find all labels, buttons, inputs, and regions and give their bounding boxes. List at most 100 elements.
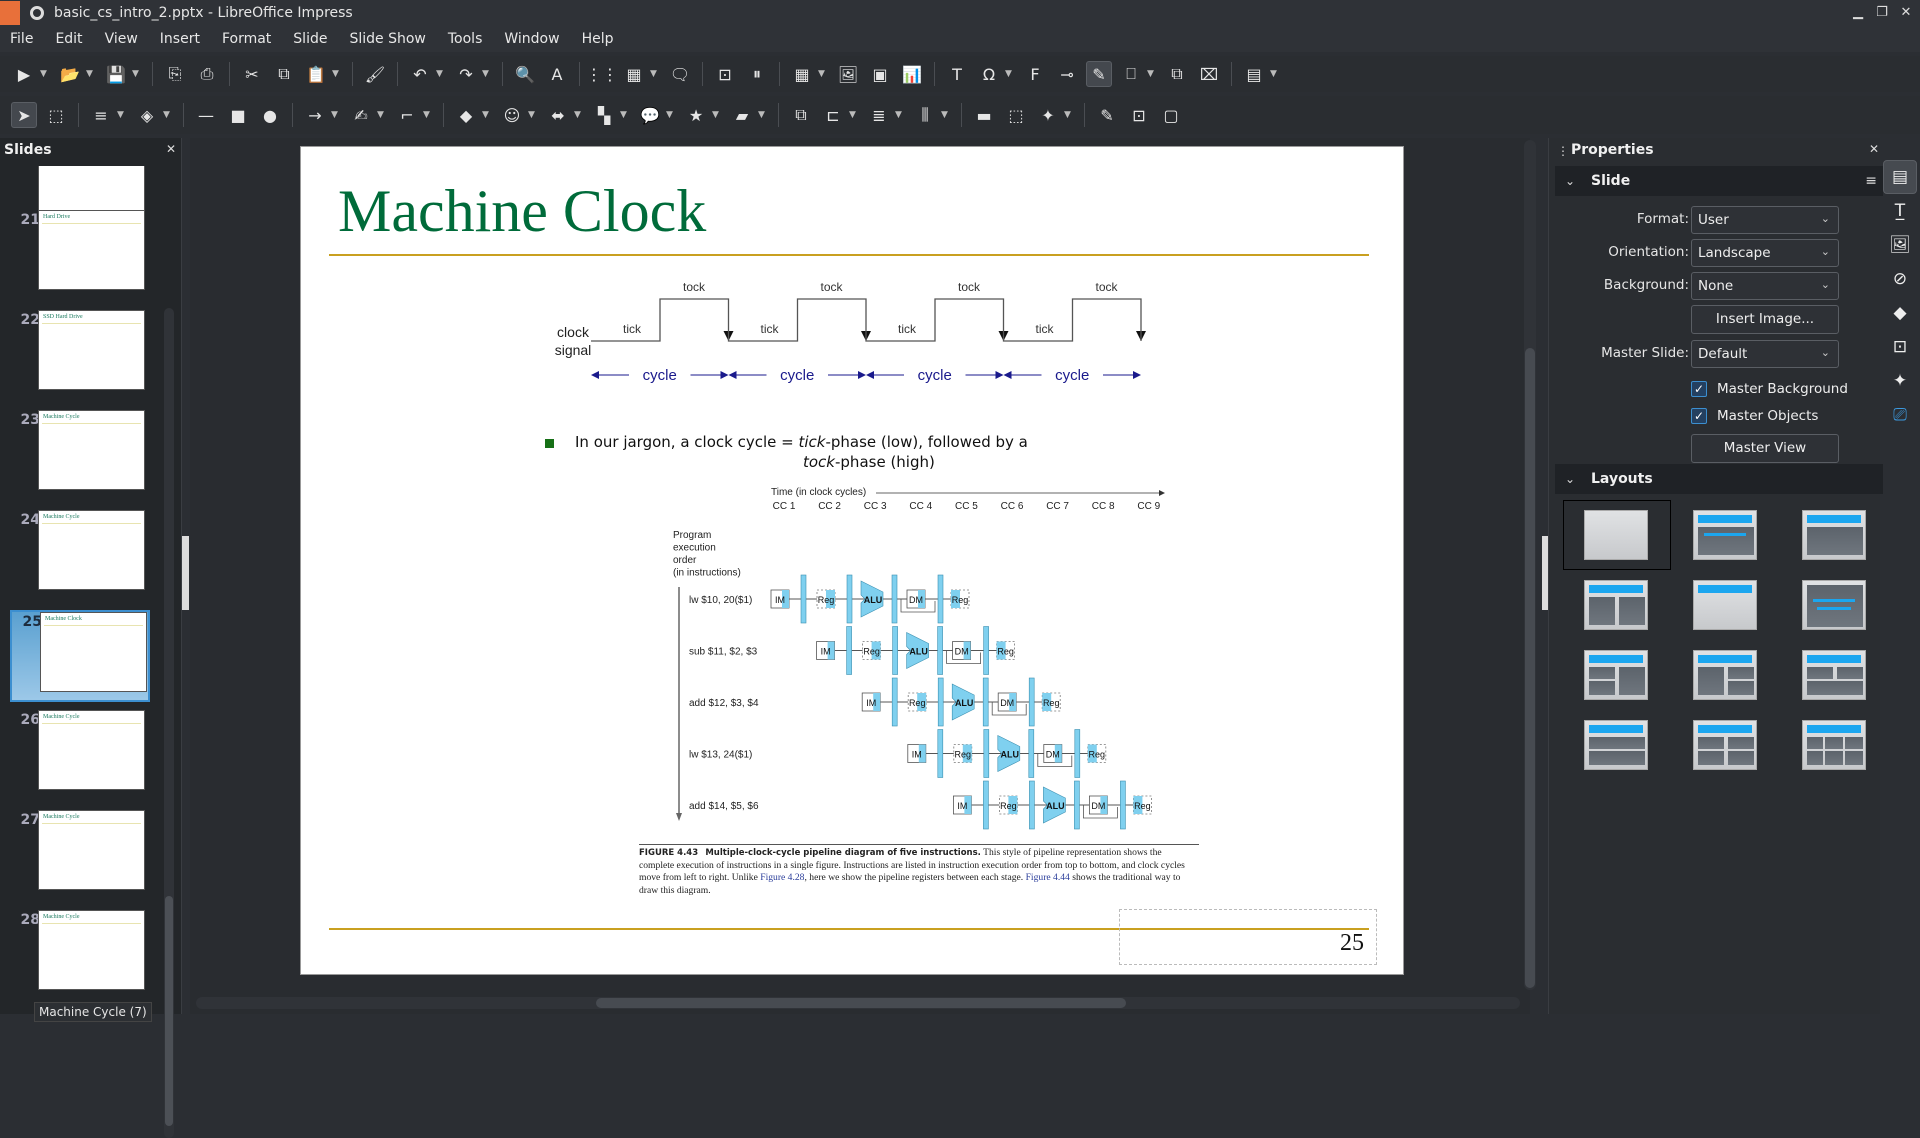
layout-title-content[interactable] xyxy=(1802,510,1866,560)
dropdown-arrow-icon[interactable]: ▼ xyxy=(117,110,127,120)
cut-icon[interactable]: ✂ xyxy=(239,61,265,87)
properties-icon[interactable]: ▤ xyxy=(1883,160,1917,194)
menu-window[interactable]: Window xyxy=(504,31,559,47)
canvas-horizontal-scrollbar-thumb[interactable] xyxy=(596,998,1126,1008)
menu-help[interactable]: Help xyxy=(582,31,614,47)
menu-format[interactable]: Format xyxy=(222,31,271,47)
slide-canvas[interactable]: Machine Clock clock signal tick tock cycle ti… xyxy=(300,146,1404,975)
line-color-icon[interactable]: ≡ xyxy=(88,102,114,128)
master-slides-icon[interactable]: ⎚ xyxy=(1883,398,1917,432)
print-icon[interactable]: ⎙ xyxy=(194,61,220,87)
dropdown-arrow-icon[interactable]: ▼ xyxy=(528,110,538,120)
slide-thumbnail-21[interactable]: 21 Hard Drive xyxy=(10,210,150,304)
copy-icon[interactable]: ⧉ xyxy=(271,61,297,87)
dropdown-arrow-icon[interactable]: ▼ xyxy=(377,110,387,120)
save-icon[interactable]: 💾 xyxy=(103,61,129,87)
insert-chart-icon[interactable]: 📊 xyxy=(899,61,925,87)
start-from-first-slide-icon[interactable]: ▶ xyxy=(11,61,37,87)
animation-icon[interactable]: ✦ xyxy=(1883,364,1917,398)
insert-line-icon[interactable]: — xyxy=(193,102,219,128)
layout-title-2-content-and-content[interactable] xyxy=(1584,650,1648,700)
format-dropdown[interactable]: User ⌄ xyxy=(1691,206,1839,234)
glue-points-icon[interactable]: ⊡ xyxy=(1126,102,1152,128)
close-button[interactable]: ✕ xyxy=(1896,2,1916,22)
insert-special-character-icon[interactable]: Ω xyxy=(976,61,1002,87)
menu-slide-show[interactable]: Slide Show xyxy=(349,31,425,47)
crop-image-icon[interactable]: ⬚ xyxy=(1003,102,1029,128)
gallery-icon[interactable]: 🖼 xyxy=(1883,228,1917,262)
canvas-horizontal-scrollbar[interactable] xyxy=(196,997,1520,1009)
dropdown-arrow-icon[interactable]: ▼ xyxy=(574,110,584,120)
master-slide-dropdown[interactable]: Default ⌄ xyxy=(1691,340,1839,368)
dropdown-arrow-icon[interactable]: ▼ xyxy=(1064,110,1074,120)
dropdown-arrow-icon[interactable]: ▼ xyxy=(818,69,828,79)
connectors-icon[interactable]: ⌐ xyxy=(394,102,420,128)
layout-title-4-content[interactable] xyxy=(1693,720,1757,770)
canvas-vertical-scrollbar-thumb[interactable] xyxy=(1525,348,1535,988)
menu-file[interactable]: File xyxy=(10,31,33,47)
caption-link-figure-4-28[interactable]: Figure 4.28 xyxy=(760,872,804,883)
clone-formatting-icon[interactable]: 🖌 xyxy=(362,61,388,87)
delete-slide-icon[interactable]: ⌧ xyxy=(1196,61,1222,87)
menu-tools[interactable]: Tools xyxy=(448,31,483,47)
slide-thumbnail-23[interactable]: 23 Machine Cycle xyxy=(10,410,150,504)
slides-scrollbar-thumb[interactable] xyxy=(165,896,173,1126)
basic-shapes-icon[interactable]: ◆ xyxy=(453,102,479,128)
dropdown-arrow-icon[interactable]: ▼ xyxy=(849,110,859,120)
menu-edit[interactable]: Edit xyxy=(55,31,82,47)
dropdown-arrow-icon[interactable]: ▼ xyxy=(895,110,905,120)
dropdown-arrow-icon[interactable]: ▼ xyxy=(332,69,342,79)
toggle-point-edit-icon[interactable]: ✎ xyxy=(1094,102,1120,128)
slide-thumbnail-27[interactable]: 27 Machine Cycle xyxy=(10,810,150,904)
symbol-shapes-icon[interactable]: ☺ xyxy=(499,102,525,128)
minimize-button[interactable]: ▁ xyxy=(1848,2,1868,22)
master-view-button[interactable]: Master View xyxy=(1691,434,1839,463)
insert-fontwork-icon[interactable]: F xyxy=(1022,61,1048,87)
filter-icon[interactable]: ✦ xyxy=(1035,102,1061,128)
menu-slide[interactable]: Slide xyxy=(293,31,327,47)
panel-grip-icon[interactable]: ⋮ xyxy=(1557,144,1569,158)
checkbox-checked-icon[interactable]: ✓ xyxy=(1691,408,1707,424)
fill-color-icon[interactable]: ◈ xyxy=(134,102,160,128)
export-pdf-icon[interactable]: ⎘ xyxy=(162,61,188,87)
3d-objects-icon[interactable]: ▰ xyxy=(729,102,755,128)
section-menu-icon[interactable]: ≡ xyxy=(1865,173,1877,189)
flowchart-icon[interactable]: ▚ xyxy=(591,102,617,128)
insert-hyperlink-icon[interactable]: ⊸ xyxy=(1054,61,1080,87)
dropdown-arrow-icon[interactable]: ▼ xyxy=(620,110,630,120)
canvas-vertical-scrollbar[interactable] xyxy=(1524,140,1536,990)
restore-button[interactable]: ❐ xyxy=(1872,2,1892,22)
figure-caption[interactable]: FIGURE 4.43 Multiple-clock-cycle pipelin… xyxy=(639,844,1199,897)
block-arrows-icon[interactable]: ⬌ xyxy=(545,102,571,128)
menu-insert[interactable]: Insert xyxy=(160,31,200,47)
close-slides-pane-icon[interactable]: ✕ xyxy=(166,142,176,156)
slide-thumbnail-28[interactable]: 28 Machine Cycle xyxy=(10,910,150,1004)
curves-polygons-icon[interactable]: ✍ xyxy=(348,102,374,128)
transformations-icon[interactable]: ⧉ xyxy=(788,102,814,128)
slide-thumbnail-24[interactable]: 24 Machine Cycle xyxy=(10,510,150,604)
dropdown-arrow-icon[interactable]: ▼ xyxy=(331,110,341,120)
dropdown-arrow-icon[interactable]: ▼ xyxy=(712,110,722,120)
shapes-icon[interactable]: ◆ xyxy=(1883,296,1917,330)
master-background-checkbox[interactable]: ✓ Master Background xyxy=(1691,378,1848,400)
master-objects-checkbox[interactable]: ✓ Master Objects xyxy=(1691,405,1818,427)
layout-title-content-and-2-content[interactable] xyxy=(1693,650,1757,700)
insert-rectangle-icon[interactable]: ■ xyxy=(225,102,251,128)
slide-thumbnail-22[interactable]: 22 SSD Hard Drive xyxy=(10,310,150,404)
display-grid-icon[interactable]: ⋮⋮ xyxy=(586,61,618,87)
dropdown-arrow-icon[interactable]: ▼ xyxy=(941,110,951,120)
arrange-icon[interactable]: ≣ xyxy=(866,102,892,128)
insert-text-box-icon[interactable]: T xyxy=(944,61,970,87)
distribute-icon[interactable]: ⫼ xyxy=(912,102,938,128)
dropdown-arrow-icon[interactable]: ▼ xyxy=(86,69,96,79)
menu-view[interactable]: View xyxy=(105,31,138,47)
background-dropdown[interactable]: None ⌄ xyxy=(1691,272,1839,300)
checkbox-checked-icon[interactable]: ✓ xyxy=(1691,381,1707,397)
caption-link-figure-4-44[interactable]: Figure 4.44 xyxy=(1026,872,1070,883)
insert-table-icon[interactable]: ▦ xyxy=(789,61,815,87)
insert-ellipse-icon[interactable]: ● xyxy=(257,102,283,128)
slide-number-placeholder[interactable]: 25 xyxy=(1119,909,1377,965)
slide-transition-icon[interactable]: ⊡ xyxy=(1883,330,1917,364)
layouts-section-header[interactable]: ⌄ Layouts xyxy=(1555,464,1883,494)
redo-icon[interactable]: ↷ xyxy=(453,61,479,87)
